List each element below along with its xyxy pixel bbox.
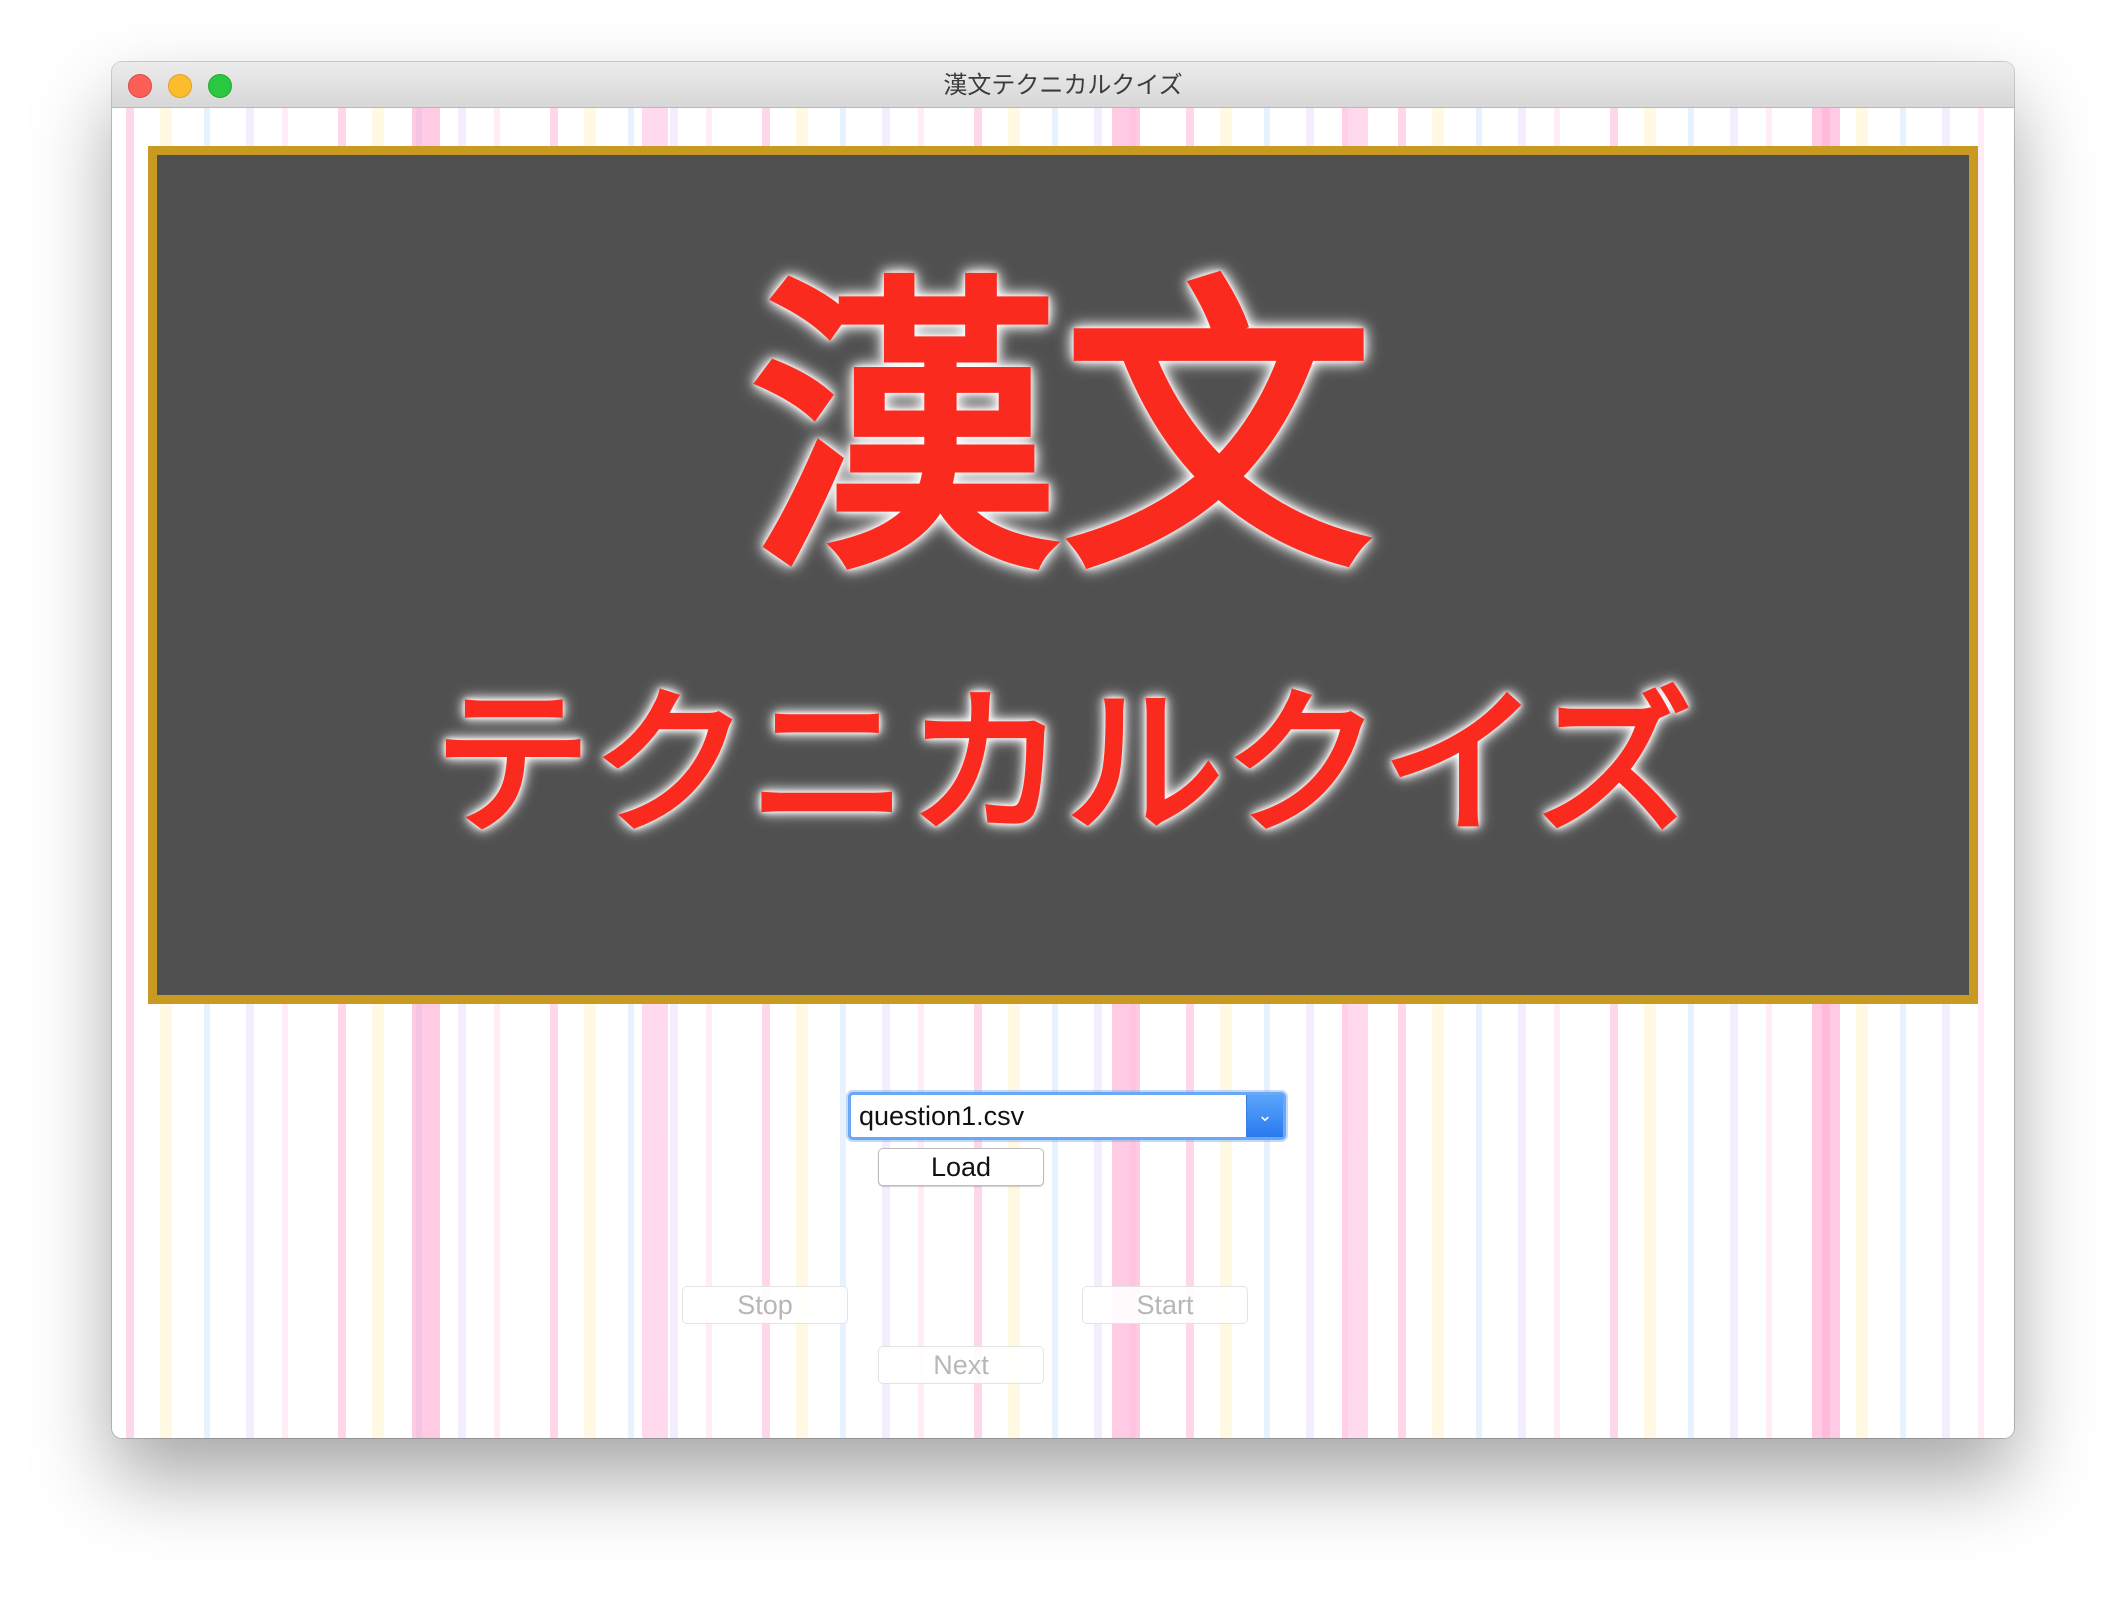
chevron-down-icon[interactable]: ⌄: [1246, 1095, 1283, 1137]
question-file-select[interactable]: question1.csv ⌄: [848, 1092, 1286, 1140]
title-bar: 漢文テクニカルクイズ: [112, 62, 2014, 108]
load-button[interactable]: Load: [878, 1148, 1044, 1186]
start-button[interactable]: Start: [1082, 1286, 1248, 1324]
content-area: 漢文 テクニカルクイズ question1.csv ⌄ Load Stop St…: [112, 108, 2014, 1438]
next-button[interactable]: Next: [878, 1346, 1044, 1384]
title-technical-quiz: テクニカルクイズ: [433, 673, 1693, 857]
app-window: 漢文テクニカルクイズ 漢文 テクニカルクイズ question1.csv ⌄ L…: [112, 62, 2014, 1438]
window-title: 漢文テクニカルクイズ: [943, 71, 1183, 99]
question-file-value: question1.csv: [859, 1101, 1025, 1131]
title-board: 漢文 テクニカルクイズ: [148, 146, 1978, 1004]
title-kanbun: 漢文: [749, 252, 1377, 613]
stop-button[interactable]: Stop: [682, 1286, 848, 1324]
